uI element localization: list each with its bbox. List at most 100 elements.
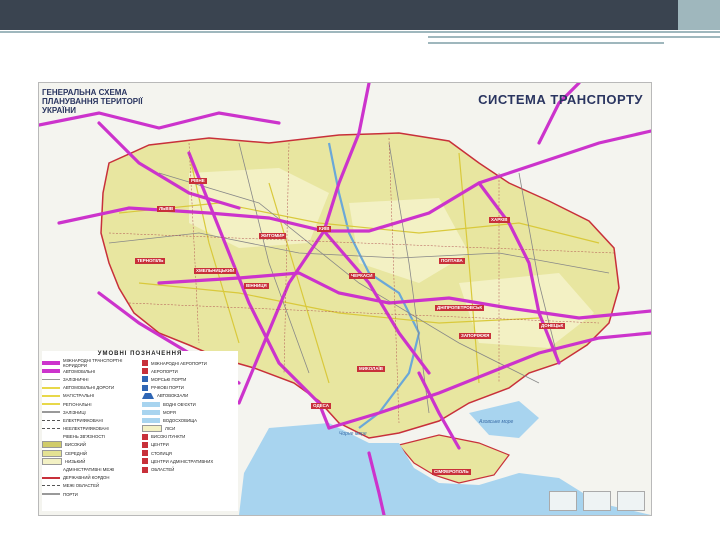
legend-row: ОБЛАСТЕЙ: [142, 465, 238, 473]
legend-row: ВИСОКІ ПУНКТИ: [142, 433, 238, 441]
sea-label: Чорне море: [339, 431, 367, 437]
legend-row: МАГІСТРАЛЬНІ: [42, 392, 138, 400]
airport-icon: [142, 368, 148, 375]
corridor-swatch: [42, 369, 60, 374]
water-swatch: [142, 409, 160, 415]
legend-row: СТОЛИЦЯ: [142, 449, 238, 457]
legend-row: ЦЕНТРИ АДМІНІСТРАТИВНИХ: [142, 457, 238, 465]
map-logos: [549, 491, 645, 511]
legend-row: МІЖНАРОДНІ АЕРОПОРТИ: [142, 359, 238, 367]
legend-row: РЕГІОНАЛЬНІ: [42, 400, 138, 408]
legend-row: НЕЕЛЕКТРИФІКОВАНІ: [42, 425, 138, 433]
border-swatch: [42, 485, 60, 487]
legend-label: МІЖНАРОДНІ ТРАНСПОРТНІ КОРИДОРИ: [63, 358, 123, 369]
legend-label: ВИСОКІ ПУНКТИ: [151, 434, 186, 440]
legend-row: РІЧКОВІ ПОРТИ: [142, 384, 238, 392]
city-label[interactable]: ОДЕСА: [311, 403, 332, 409]
city-label[interactable]: ТЕРНОПІЛЬ: [135, 258, 166, 264]
water-swatch: [142, 417, 160, 423]
legend-label: РІЧКОВІ ПОРТИ: [151, 385, 184, 391]
legend-row: АВТОМОБІЛЬНІ: [42, 367, 138, 375]
legend-row: ВОДОСХОВИЩА: [142, 416, 238, 424]
airport-icon: [142, 360, 148, 367]
city-label[interactable]: ПОЛТАВА: [439, 258, 465, 264]
legend-row: МОРСЬКІ ПОРТИ: [142, 375, 238, 383]
port-swatch: [42, 493, 60, 495]
legend-label: ВИСОКИЙ: [65, 442, 86, 448]
city-label[interactable]: ХМЕЛЬНИЦЬКИЙ: [194, 268, 237, 274]
legend-label: ЕЛЕКТРИФІКОВАНІ: [63, 417, 103, 423]
center-icon: [142, 466, 148, 473]
legend-row: НИЗЬКИЙ: [42, 457, 138, 465]
city-label[interactable]: ЧЕРКАСИ: [349, 273, 375, 279]
legend-row: АЕРОПОРТИ: [142, 367, 238, 375]
water-swatch: [142, 401, 160, 407]
header-rule-shorter: [428, 42, 664, 44]
city-label[interactable]: ЗАПОРІЖЖЯ: [459, 333, 492, 339]
legend-label: ЗАЛІЗНИЦІ: [63, 409, 86, 415]
slide-top-bar: [0, 0, 720, 30]
area-swatch: [42, 449, 62, 457]
anchor-icon: [142, 376, 148, 383]
legend-label: МЕЖІ ОБЛАСТЕЙ: [63, 483, 100, 489]
legend-label: ОБЛАСТЕЙ: [151, 467, 175, 473]
legend-label: ЦЕНТРИ АДМІНІСТРАТИВНИХ: [151, 458, 214, 464]
legend-row: ЗАЛІЗНИЧНІ: [42, 375, 138, 383]
legend-label: АВТОВОКЗАЛИ: [157, 393, 189, 399]
legend-label: ЛІСИ: [165, 426, 176, 432]
legend-row: ЦЕНТРИ: [142, 441, 238, 449]
map-title-left: ГЕНЕРАЛЬНА СХЕМА ПЛАНУВАННЯ ТЕРИТОРІЇ УК…: [42, 88, 143, 115]
city-label[interactable]: СІМФЕРОПОЛЬ: [432, 469, 471, 475]
anchor-icon: [142, 384, 148, 391]
city-label[interactable]: РІВНЕ: [189, 178, 207, 184]
corridor-swatch: [42, 361, 60, 366]
capital-icon: [142, 450, 148, 457]
city-label[interactable]: ДОНЕЦЬК: [539, 323, 566, 329]
legend-row: ДЕРЖАВНИЙ КОРДОН: [42, 474, 138, 482]
legend-row: АДМІНІСТРАТИВНІ МЕЖІ: [42, 465, 138, 473]
rail-swatch: [42, 378, 60, 381]
transport-map[interactable]: ГЕНЕРАЛЬНА СХЕМА ПЛАНУВАННЯ ТЕРИТОРІЇ УК…: [38, 82, 652, 516]
sea-label: Азовське море: [479, 419, 514, 425]
header-rule-short: [428, 36, 720, 38]
city-label[interactable]: ЖИТОМИР: [259, 233, 287, 239]
city-label[interactable]: МИКОЛАЇВ: [357, 366, 386, 372]
legend-label: АДМІНІСТРАТИВНІ МЕЖІ: [63, 467, 115, 473]
legend-label: ЦЕНТРИ: [151, 442, 169, 448]
legend-row: ЕЛЕКТРИФІКОВАНІ: [42, 416, 138, 424]
city-label[interactable]: ХАРКІВ: [489, 217, 510, 223]
header-rule: [0, 31, 720, 33]
legend-label: МІЖНАРОДНІ АЕРОПОРТИ: [151, 360, 207, 366]
legend-row: МЕЖІ ОБЛАСТЕЙ: [42, 482, 138, 490]
point-icon: [142, 433, 148, 440]
legend-row: АВТОВОКЗАЛИ: [142, 392, 238, 400]
legend-label: АВТОМОБІЛЬНІ ДОРОГИ: [63, 385, 115, 391]
blank-swatch: [42, 467, 60, 472]
legend-label: МАГІСТРАЛЬНІ: [63, 393, 95, 399]
city-label[interactable]: ВІННИЦЯ: [244, 283, 269, 289]
road-swatch: [42, 386, 60, 389]
legend-row: ПОРТИ: [42, 490, 138, 498]
center-icon: [142, 458, 148, 465]
border-swatch: [42, 476, 60, 479]
city-label[interactable]: КИЇВ: [317, 226, 332, 232]
legend-label: ВОДОСХОВИЩА: [163, 417, 197, 423]
city-label[interactable]: ЛЬВІВ: [157, 206, 176, 212]
legend-label: ПОРТИ: [63, 491, 78, 497]
legend-label: НИЗЬКИЙ: [65, 458, 86, 464]
legend-label: ВОДНІ ОБ'ЄКТИ: [163, 401, 196, 407]
legend-label: ДЕРЖАВНИЙ КОРДОН: [63, 475, 110, 481]
legend-title: УМОВНІ ПОЗНАЧЕННЯ: [97, 351, 183, 357]
legend-row: СЕРЕДНІЙ: [42, 449, 138, 457]
legend-label: СЕРЕДНІЙ: [65, 450, 87, 456]
rail-swatch: [42, 411, 60, 413]
legend-row: ЗАЛІЗНИЦІ: [42, 408, 138, 416]
map-title-right: СИСТЕМА ТРАНСПОРТУ: [478, 92, 643, 107]
legend-label: МОРСЬКІ ПОРТИ: [151, 376, 187, 382]
city-label[interactable]: ДНІПРОПЕТРОВСЬК: [435, 305, 485, 311]
legend-label: МОРЯ: [163, 409, 176, 415]
legend-label: СТОЛИЦЯ: [151, 450, 172, 456]
forest-swatch: [142, 425, 162, 433]
emblem-icon: [549, 491, 577, 511]
road-swatch: [42, 403, 60, 406]
